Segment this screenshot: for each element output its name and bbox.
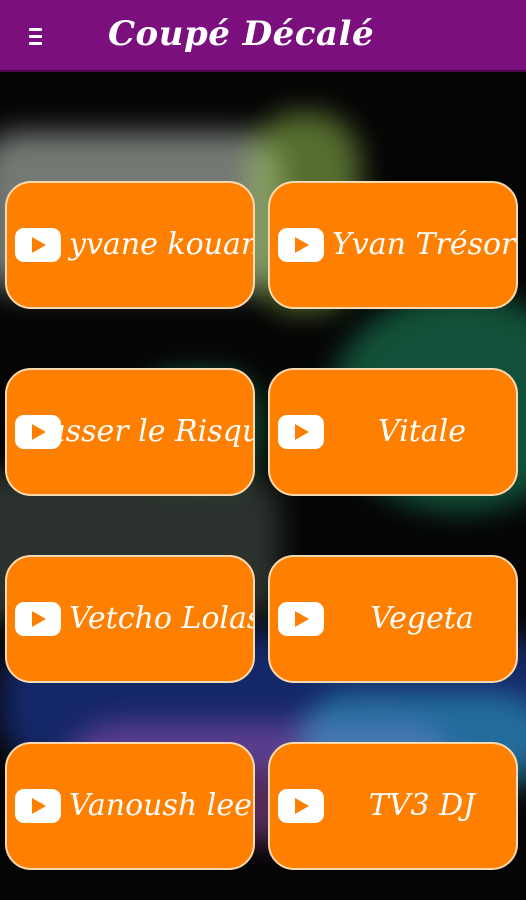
play-icon bbox=[278, 228, 324, 262]
artist-label: Passer le Risque bbox=[29, 414, 255, 449]
artist-label: Vegeta bbox=[370, 601, 474, 636]
play-icon bbox=[15, 415, 61, 449]
artist-label: yvane kouame bbox=[69, 227, 253, 262]
menu-button[interactable] bbox=[26, 24, 48, 48]
play-icon bbox=[15, 789, 61, 823]
artist-button-yvan-tresor[interactable]: Yvan Trésor bbox=[268, 181, 518, 309]
play-icon bbox=[15, 602, 61, 636]
artist-label: Vanoush lee bbox=[69, 788, 252, 823]
app-toolbar: Coupé Décalé bbox=[0, 0, 526, 72]
artist-label: TV3 DJ bbox=[368, 788, 476, 823]
artist-button-vanoush-lee[interactable]: Vanoush lee bbox=[5, 742, 255, 870]
app-title: Coupé Décalé bbox=[108, 14, 375, 54]
play-icon bbox=[278, 602, 324, 636]
artist-button-vegeta[interactable]: Vegeta bbox=[268, 555, 518, 683]
artist-button-yvane-kouame[interactable]: yvane kouame bbox=[5, 181, 255, 309]
artist-button-tv3-dj[interactable]: TV3 DJ bbox=[268, 742, 518, 870]
play-icon bbox=[278, 789, 324, 823]
artist-label: Yvan Trésor bbox=[332, 227, 516, 262]
play-icon bbox=[278, 415, 324, 449]
artist-button-vetcho-lolas[interactable]: Vetcho Lolas bbox=[5, 555, 255, 683]
hamburger-menu-icon bbox=[29, 28, 42, 31]
artist-button-passer-le-risque[interactable]: Passer le Risque bbox=[5, 368, 255, 496]
play-icon bbox=[15, 228, 61, 262]
artist-button-vitale[interactable]: Vitale bbox=[268, 368, 518, 496]
artist-label: Vitale bbox=[377, 414, 467, 449]
artist-label: Vetcho Lolas bbox=[69, 601, 255, 636]
